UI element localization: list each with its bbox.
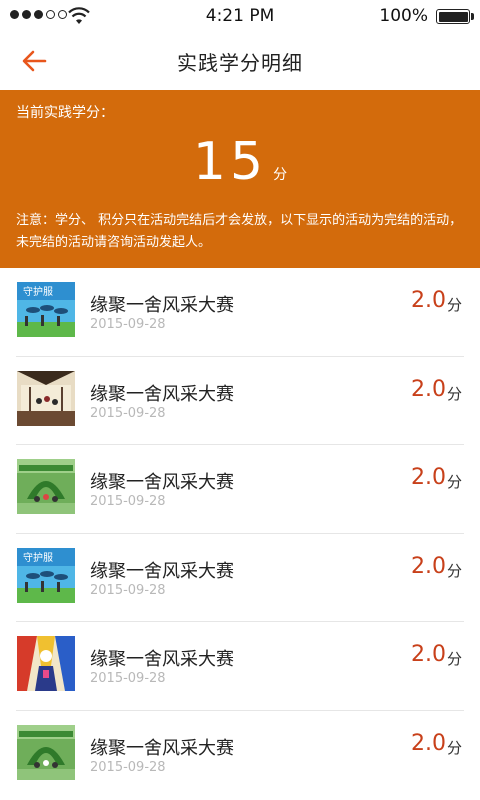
svg-text:守护服: 守护服 bbox=[23, 551, 53, 564]
activity-score-unit: 分 bbox=[446, 650, 462, 668]
current-credit-label: 当前实践学分： bbox=[16, 105, 114, 121]
activity-score: 2.0 bbox=[411, 553, 446, 579]
list-item[interactable]: 缘聚一舍风采大赛 2015-09-28 2.0 分 bbox=[0, 622, 480, 711]
activity-thumbnail bbox=[17, 724, 75, 780]
activity-score-unit: 分 bbox=[446, 561, 462, 580]
activity-title: 缘聚一舍风采大赛 bbox=[90, 383, 234, 405]
status-bar: 4:21 PM 100% bbox=[0, 0, 480, 32]
activity-thumbnail bbox=[17, 370, 75, 426]
activity-score-unit: 分 bbox=[446, 296, 462, 314]
activity-date: 2015-09-28 bbox=[90, 405, 166, 421]
activity-score: 2.0 bbox=[411, 642, 446, 667]
credit-notice: 注意：学分、 积分只在活动完结后才会发放，以下显示的活动为完结的活动，未完结的活… bbox=[16, 213, 463, 250]
page-title: 实践学分明细 bbox=[177, 51, 303, 75]
activity-title: 缘聚一舍风采大赛 bbox=[90, 737, 234, 759]
activity-score-unit: 分 bbox=[446, 473, 462, 491]
activity-score-unit: 分 bbox=[446, 738, 462, 757]
activity-thumbnail: 守护服 bbox=[17, 282, 75, 337]
activity-thumbnail bbox=[17, 459, 75, 514]
activity-date: 2015-09-28 bbox=[90, 317, 166, 332]
list-item[interactable]: 守护服 缘聚一舍风采大赛 2015-09-28 2.0 分 bbox=[0, 534, 480, 622]
activity-score: 2.0 bbox=[411, 730, 446, 756]
svg-text:守护服: 守护服 bbox=[23, 285, 53, 298]
current-credit: 15 分 bbox=[0, 132, 480, 192]
list-item[interactable]: 缘聚一舍风采大赛 2015-09-28 2.0 分 bbox=[0, 357, 480, 445]
activity-date: 2015-09-28 bbox=[90, 494, 166, 509]
list-item[interactable]: 缘聚一舍风采大赛 2015-09-28 2.0 分 bbox=[0, 711, 480, 800]
activity-thumbnail: 守护服 bbox=[17, 547, 75, 603]
activity-date: 2015-09-28 bbox=[90, 671, 166, 686]
activity-title: 缘聚一舍风采大赛 bbox=[90, 472, 234, 493]
activity-date: 2015-09-28 bbox=[90, 759, 166, 775]
current-credit-value: 15 bbox=[192, 132, 268, 192]
activity-score: 2.0 bbox=[411, 465, 446, 490]
activity-title: 缘聚一舍风采大赛 bbox=[90, 560, 234, 582]
current-credit-unit: 分 bbox=[273, 167, 288, 183]
activity-score: 2.0 bbox=[411, 288, 446, 313]
battery-percent: 100% bbox=[379, 6, 428, 26]
battery-tip bbox=[471, 13, 474, 20]
activity-score: 2.0 bbox=[411, 376, 446, 402]
nav-bar: 实践学分明细 bbox=[0, 32, 480, 90]
activity-date: 2015-09-28 bbox=[90, 582, 166, 598]
activity-thumbnail bbox=[17, 636, 75, 691]
credit-summary-banner: 当前实践学分： 15 分 注意：学分、 积分只在活动完结后才会发放，以下显示的活动… bbox=[0, 90, 480, 268]
list-item[interactable]: 守护服 缘聚一舍风采大赛 2015-09-28 2.0 分 bbox=[0, 268, 480, 357]
activity-title: 缘聚一舍风采大赛 bbox=[90, 295, 234, 316]
activity-list: 守护服 缘聚一舍风采大赛 2015-09-28 2.0 分 缘聚一舍风采大赛 2… bbox=[0, 268, 480, 799]
battery-icon bbox=[436, 9, 470, 24]
activity-score-unit: 分 bbox=[446, 384, 462, 403]
activity-title: 缘聚一舍风采大赛 bbox=[90, 649, 234, 670]
list-item[interactable]: 缘聚一舍风采大赛 2015-09-28 2.0 分 bbox=[0, 445, 480, 534]
